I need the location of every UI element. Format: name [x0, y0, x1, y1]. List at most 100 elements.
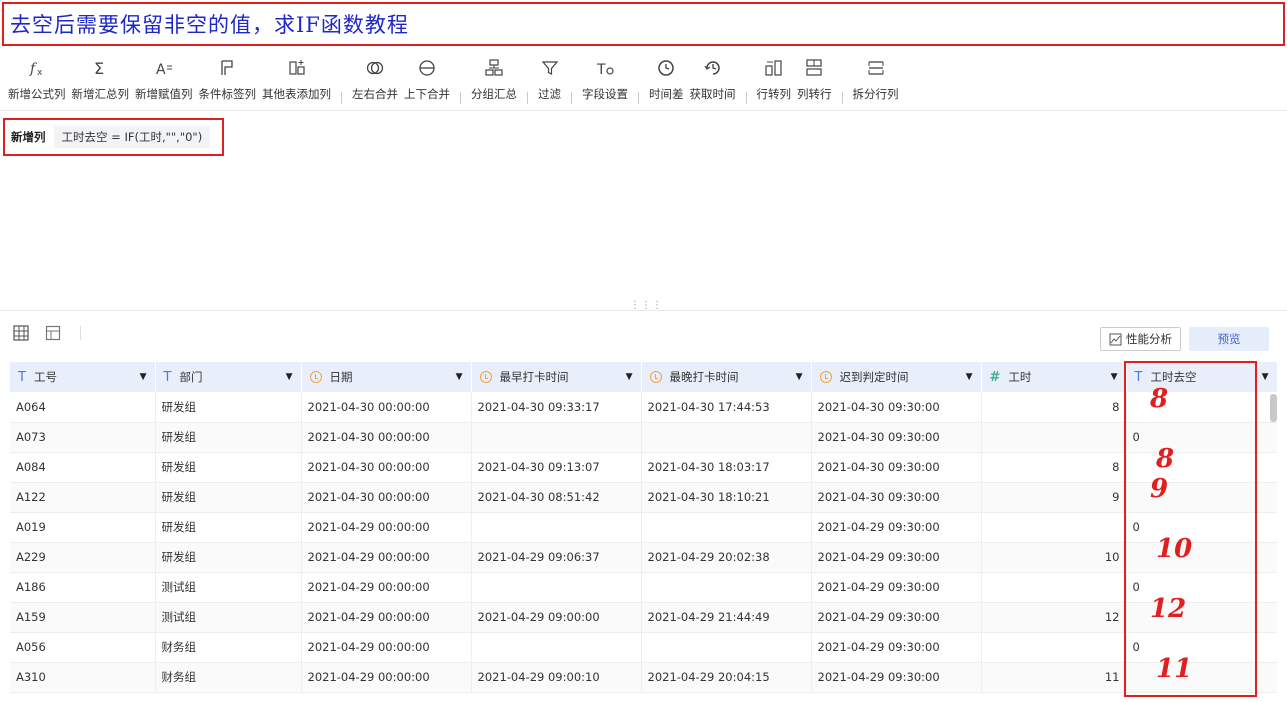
chevron-down-icon[interactable]: ▼ [796, 372, 803, 382]
table-cell [1126, 392, 1277, 423]
vertical-scrollbar[interactable] [1270, 394, 1277, 422]
table-cell: 研发组 [155, 452, 302, 483]
table-cell: A159 [10, 602, 156, 633]
chevron-down-icon[interactable]: ▼ [286, 372, 293, 382]
title-banner: 去空后需要保留非空的值，求IF函数教程 [2, 2, 1285, 46]
add-other-table-column-button[interactable]: 其他表添加列 [262, 56, 331, 102]
table-row[interactable]: A159 测试组 2021-04-29 00:00:00 2021-04-29 09:… [10, 602, 1277, 633]
table-cell: A229 [10, 542, 156, 573]
table-cell: 2021-04-30 09:30:00 [811, 482, 982, 513]
add-assign-column-button[interactable]: A 新增赋值列 [135, 56, 193, 102]
table-cell: A122 [10, 482, 156, 513]
flag-icon [217, 56, 237, 80]
toolbar-separator [841, 92, 843, 104]
field-settings-label: 字段设置 [582, 87, 628, 101]
table-body: A064 研发组 2021-04-30 00:00:00 2021-04-30 09:… [10, 392, 1277, 693]
row-to-col-icon [764, 56, 784, 80]
column-header[interactable]: 最早打卡时间 ▼ [471, 362, 642, 392]
column-to-row-button[interactable]: 列转行 [797, 56, 832, 102]
add-formula-column-button[interactable]: f x 新增公式列 [8, 56, 66, 102]
table-cell: 2021-04-29 20:04:15 [641, 662, 812, 693]
split-icon [866, 56, 886, 80]
col-to-row-icon [804, 56, 824, 80]
chevron-down-icon[interactable]: ▼ [456, 372, 463, 382]
splitter-handle-icon[interactable]: ⋮⋮⋮ [630, 300, 663, 311]
preview-button[interactable]: 预览 [1189, 327, 1269, 351]
table-add-icon [287, 56, 307, 80]
add-summary-column-button[interactable]: Σ 新增汇总列 [72, 56, 130, 102]
table-cell: 研发组 [155, 512, 302, 543]
column-header[interactable]: 最晚打卡时间 ▼ [641, 362, 812, 392]
table-row[interactable]: A186 测试组 2021-04-29 00:00:00 2021-04-29 09:… [10, 572, 1277, 603]
toolbar-separator [460, 92, 461, 104]
view-toggle [12, 324, 62, 342]
chevron-down-icon[interactable]: ▼ [1262, 372, 1269, 382]
date-type-icon [479, 371, 492, 383]
chevron-down-icon[interactable]: ▼ [626, 372, 633, 382]
column-header-label: 工时去空 [1150, 370, 1197, 384]
page-title: 去空后需要保留非空的值，求IF函数教程 [10, 13, 409, 37]
venn-icon [365, 56, 385, 80]
table-cell: A073 [10, 422, 156, 453]
column-header[interactable]: T 工号 ▼ [10, 362, 156, 392]
table-cell [981, 572, 1127, 603]
table-row[interactable]: A084 研发组 2021-04-30 00:00:00 2021-04-30 09:… [10, 452, 1277, 483]
table-cell: 研发组 [155, 542, 302, 573]
column-header[interactable]: 迟到判定时间 ▼ [811, 362, 982, 392]
table-row[interactable]: A019 研发组 2021-04-29 00:00:00 2021-04-29 09:… [10, 512, 1277, 543]
merge-left-right-label: 左右合并 [352, 87, 398, 101]
table-cell: 2021-04-30 00:00:00 [301, 482, 472, 513]
table-cell: 2021-04-30 00:00:00 [301, 422, 472, 453]
row-to-column-button[interactable]: 行转列 [757, 56, 791, 102]
table-row[interactable]: A064 研发组 2021-04-30 00:00:00 2021-04-30 09:… [10, 392, 1277, 423]
table-cell: 研发组 [155, 422, 302, 453]
grid-view-icon[interactable] [12, 324, 30, 342]
new-column-formula[interactable]: 新增列 工时去空 = IF(工时,"","0") [3, 118, 224, 156]
column-header[interactable]: T 工时去空 ▼ [1126, 362, 1277, 392]
table-row[interactable]: A122 研发组 2021-04-30 00:00:00 2021-04-30 08:… [10, 482, 1277, 513]
table-cell: 9 [981, 482, 1127, 513]
table-row[interactable]: A310 财务组 2021-04-29 00:00:00 2021-04-29 09:… [10, 662, 1277, 693]
table-cell: 2021-04-29 00:00:00 [301, 512, 472, 543]
performance-analysis-button[interactable]: 性能分析 [1100, 327, 1181, 351]
chevron-down-icon[interactable]: ▼ [1111, 372, 1118, 382]
date-type-icon [649, 371, 662, 383]
column-header[interactable]: T 部门 ▼ [155, 362, 302, 392]
filter-button[interactable]: 过滤 [538, 56, 561, 102]
add-condition-column-button[interactable]: 条件标签列 [199, 56, 256, 102]
chevron-down-icon[interactable]: ▼ [966, 372, 973, 382]
table-cell: 2021-04-30 17:44:53 [641, 392, 812, 423]
layout-view-icon[interactable] [44, 324, 62, 342]
table-cell: 2021-04-29 09:30:00 [811, 632, 982, 663]
chevron-down-icon[interactable]: ▼ [140, 372, 147, 382]
split-row-column-button[interactable]: 拆分行列 [853, 56, 899, 102]
table-cell [981, 512, 1127, 543]
toolbar-divider [0, 110, 1287, 111]
column-header[interactable]: 日期 ▼ [301, 362, 472, 392]
table-cell: 2021-04-29 00:00:00 [301, 572, 472, 603]
time-diff-button[interactable]: 时间差 [649, 56, 684, 102]
table-cell: 2021-04-30 18:10:21 [641, 482, 812, 513]
table-cell: A310 [10, 662, 156, 693]
table-row[interactable]: A073 研发组 2021-04-30 00:00:00 2021-04-30 09:… [10, 422, 1277, 453]
add-formula-column-label: 新增公式列 [8, 87, 66, 101]
table-cell: 2021-04-29 00:00:00 [301, 542, 472, 573]
table-cell: 2021-04-29 20:02:38 [641, 542, 812, 573]
table-cell: 2021-04-30 09:13:07 [471, 452, 642, 483]
table-row[interactable]: A056 财务组 2021-04-29 00:00:00 2021-04-29 09:… [10, 632, 1277, 663]
formula-expression[interactable]: 工时去空 = IF(工时,"","0") [53, 126, 211, 148]
formula-label: 新增列 [11, 130, 46, 144]
merge-left-right-button[interactable]: 左右合并 [352, 56, 398, 102]
svg-text:x: x [37, 68, 43, 78]
field-settings-icon: T [595, 56, 615, 80]
group-summary-button[interactable]: 分组汇总 [471, 56, 517, 102]
toolbar-separator [571, 92, 572, 104]
column-header[interactable]: # 工时 ▼ [981, 362, 1127, 392]
table-cell: 8 [981, 452, 1127, 483]
merge-up-down-button[interactable]: 上下合并 [404, 56, 450, 102]
field-settings-button[interactable]: T 字段设置 [582, 56, 628, 102]
svg-text:A: A [156, 62, 166, 78]
table-cell: 2021-04-29 00:00:00 [301, 632, 472, 663]
table-row[interactable]: A229 研发组 2021-04-29 00:00:00 2021-04-29 09:… [10, 542, 1277, 573]
get-time-button[interactable]: 获取时间 [690, 56, 736, 102]
